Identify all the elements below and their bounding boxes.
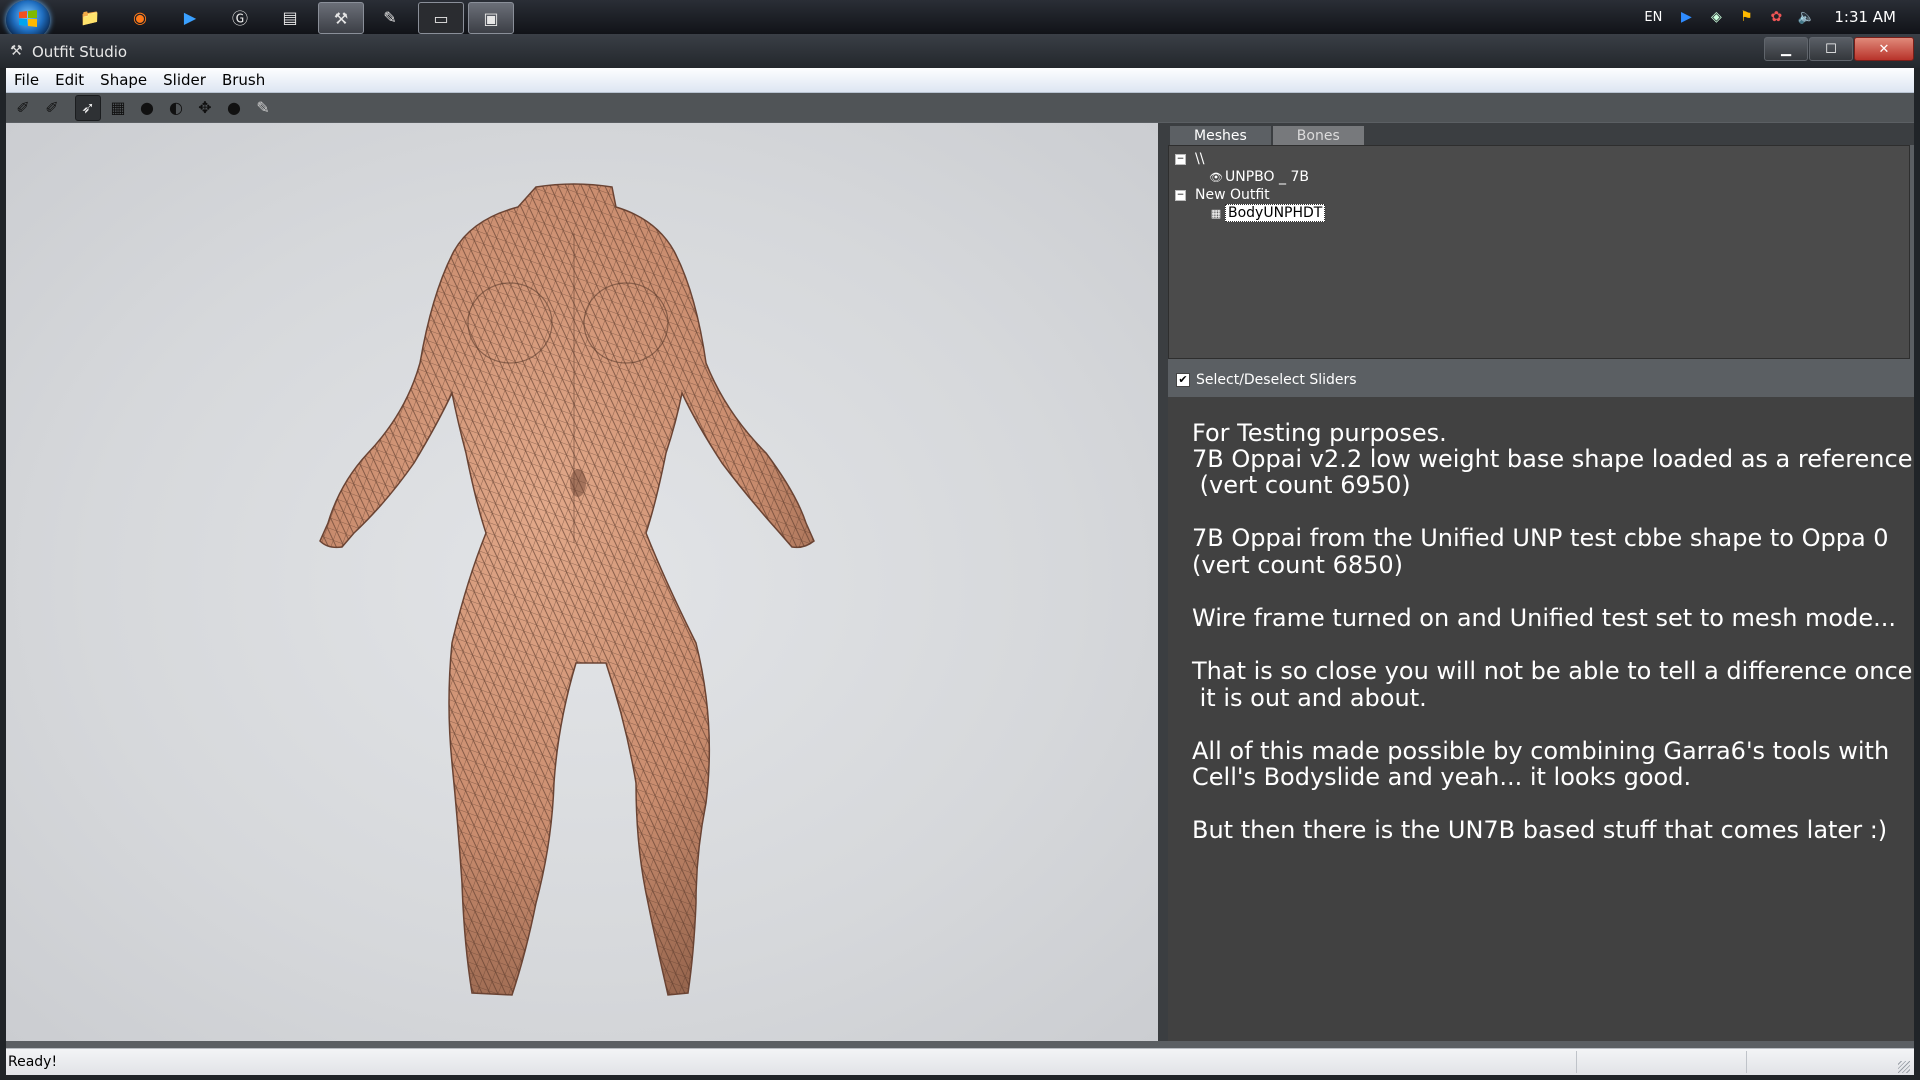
film-icon: ▤ <box>282 7 298 27</box>
app-g-taskbar-button[interactable]: Ⓖ <box>218 2 262 32</box>
tool-b-button[interactable]: ✐ <box>40 96 64 120</box>
mask-brush-button[interactable]: ▦ <box>106 96 130 120</box>
3d-viewport[interactable] <box>6 123 1158 1041</box>
app-tray-icon[interactable]: ✿ <box>1766 7 1786 27</box>
language-indicator[interactable]: EN <box>1644 10 1662 25</box>
body-mesh <box>319 183 815 996</box>
minimize-button[interactable]: ▁ <box>1764 37 1808 61</box>
toolbar: ✐ ✐ ➶ ▦ ● ◐ ✥ ● ✎ <box>6 93 1914 122</box>
client-area: File Edit Shape Slider Brush ✐ ✐ ➶ ▦ ● ◐… <box>6 68 1914 1075</box>
console-taskbar-button[interactable]: ▭ <box>418 2 464 34</box>
window-title: Outfit Studio <box>32 43 128 61</box>
reference-shape-label: UNPBO _ 7B <box>1225 169 1309 185</box>
pencil-icon: ✎ <box>256 98 270 117</box>
mesh-tree: − \\ 👁 UNPBO _ 7B − New Outfit ▦ BodyUNP… <box>1168 145 1910 359</box>
outfit-studio-taskbar-button[interactable]: ⚒ <box>318 2 364 34</box>
menu-bar: File Edit Shape Slider Brush <box>6 68 1914 93</box>
collapse-toggle-icon[interactable]: − <box>1175 189 1186 201</box>
select-deselect-sliders-checkbox[interactable]: ✔ <box>1176 373 1190 387</box>
resize-grip-icon[interactable] <box>1898 1061 1910 1073</box>
tool-a-button[interactable]: ✐ <box>11 96 35 120</box>
media-player-taskbar-button[interactable]: ▶ <box>168 2 212 32</box>
move-brush-button[interactable]: ✥ <box>193 96 217 120</box>
maximize-icon: ☐ <box>1825 41 1837 57</box>
panel-splitter[interactable] <box>1158 123 1168 1041</box>
clock[interactable]: 1:31 AM <box>1834 8 1896 26</box>
deflate-brush-button[interactable]: ◐ <box>164 96 188 120</box>
firefox-icon: ◉ <box>133 7 147 27</box>
panel-tabs: Meshes Bones <box>1168 123 1914 145</box>
media-tray-icon[interactable]: ▶ <box>1676 7 1696 27</box>
network-tray-icon[interactable]: ◈ <box>1706 7 1726 27</box>
eye-icon[interactable]: 👁 <box>1209 170 1223 184</box>
note-line: (vert count 6950) <box>1192 471 1411 499</box>
window-icon: ▣ <box>483 8 499 28</box>
film-app-taskbar-button[interactable]: ▤ <box>268 2 312 32</box>
tab-bones[interactable]: Bones <box>1272 126 1364 145</box>
deflate-brush-icon: ◐ <box>169 98 183 117</box>
menu-brush[interactable]: Brush <box>214 71 273 89</box>
inflate-brush-icon: ● <box>140 98 154 117</box>
note-line: But then there is the UN7B based stuff t… <box>1192 816 1888 844</box>
inflate-brush-button[interactable]: ● <box>135 96 159 120</box>
maximize-button[interactable]: ☐ <box>1809 37 1853 61</box>
note-line: (vert count 6850) <box>1192 551 1404 579</box>
smooth-brush-icon: ● <box>227 98 241 117</box>
firefox-taskbar-button[interactable]: ◉ <box>118 2 162 32</box>
status-text: Ready! <box>8 1054 58 1070</box>
collapse-toggle-icon[interactable]: − <box>1175 153 1186 165</box>
status-bar: Ready! <box>6 1048 1914 1075</box>
close-icon: ✕ <box>1878 41 1890 57</box>
windows-flag-tray-icon[interactable]: ⚑ <box>1736 7 1756 27</box>
select-brush-button[interactable]: ➶ <box>75 94 101 121</box>
tab-meshes[interactable]: Meshes <box>1170 126 1271 145</box>
tree-item-reference[interactable]: 👁 UNPBO _ 7B <box>1209 168 1309 186</box>
move-brush-icon: ✥ <box>198 98 212 117</box>
pencil-button[interactable]: ✎ <box>251 96 275 120</box>
outfit-label: New Outfit <box>1195 187 1270 203</box>
mesh-grid-icon: ▦ <box>1210 206 1222 220</box>
select-brush-icon: ➶ <box>81 98 95 117</box>
outfit-studio-app-icon: ⚒ <box>10 43 23 59</box>
note-line: Cell's Bodyslide and yeah... it looks go… <box>1192 763 1692 791</box>
select-deselect-sliders-label: Select/Deselect Sliders <box>1196 372 1357 388</box>
sliders-header: ✔ Select/Deselect Sliders <box>1168 365 1914 395</box>
tree-outfit[interactable]: − New Outfit <box>1175 186 1270 204</box>
system-tray: EN ▶ ◈ ⚑ ✿ 🔈 1:31 AM <box>1644 0 1920 34</box>
windows-logo-icon <box>19 10 37 27</box>
menu-shape[interactable]: Shape <box>92 71 155 89</box>
status-divider <box>1576 1051 1577 1073</box>
minimize-icon: ▁ <box>1781 41 1791 57</box>
g-app-icon: Ⓖ <box>231 9 248 28</box>
outfit-studio-icon: ⚒ <box>333 8 349 28</box>
tool-a-icon: ✐ <box>16 98 30 117</box>
smooth-brush-button[interactable]: ● <box>222 96 246 120</box>
console-icon: ▭ <box>433 8 449 28</box>
window-app-taskbar-button[interactable]: ▣ <box>468 2 514 34</box>
menu-edit[interactable]: Edit <box>47 71 92 89</box>
folder-icon: 📁 <box>80 7 100 27</box>
explorer-taskbar-button[interactable]: 📁 <box>68 2 112 32</box>
tool-b-icon: ✐ <box>45 98 59 117</box>
outfit-shape-label[interactable]: BodyUNPHDT <box>1225 204 1326 222</box>
pen-icon: ✎ <box>383 7 397 27</box>
notes-panel: For Testing purposes. 7B Oppai v2.2 low … <box>1168 397 1914 1041</box>
tree-root-label: \\ <box>1195 151 1205 167</box>
mesh-silhouette <box>319 183 815 996</box>
tree-root[interactable]: − \\ <box>1175 150 1204 168</box>
outfit-studio-window: ⚒ Outfit Studio ▁ ☐ ✕ File Edit Shape Sl… <box>0 34 1920 1080</box>
pen-app-taskbar-button[interactable]: ✎ <box>368 2 412 32</box>
title-bar[interactable]: ⚒ Outfit Studio ▁ ☐ ✕ <box>0 34 1920 68</box>
close-button[interactable]: ✕ <box>1854 37 1914 61</box>
menu-slider[interactable]: Slider <box>155 71 214 89</box>
status-divider <box>1746 1051 1747 1073</box>
menu-file[interactable]: File <box>6 71 47 89</box>
tree-item-outfit-shape[interactable]: ▦ BodyUNPHDT <box>1209 204 1326 222</box>
volume-icon[interactable]: 🔈 <box>1796 7 1816 27</box>
note-line: it is out and about. <box>1192 684 1427 712</box>
play-icon: ▶ <box>183 7 197 27</box>
taskbar: 📁 ◉ ▶ Ⓖ ▤ ⚒ ✎ ▭ ▣ EN ▶ ◈ ⚑ ✿ 🔈 1:31 AM <box>0 0 1920 40</box>
mask-brush-icon: ▦ <box>110 98 126 117</box>
note-line: Wire frame turned on and Unified test se… <box>1192 604 1896 632</box>
